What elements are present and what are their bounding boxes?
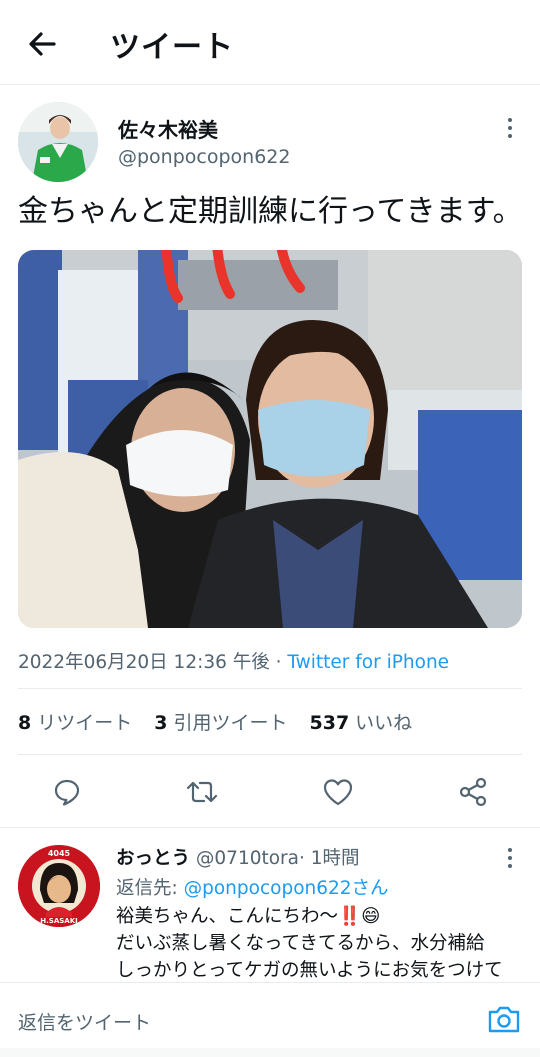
reply-more-options-icon[interactable]	[500, 846, 520, 870]
avatar-top-text: 4045	[48, 849, 71, 858]
reply-line-2: だいぶ蒸し暑くなってきてるから、水分補給	[116, 933, 485, 954]
bottom-bar	[0, 1048, 540, 1057]
retweets-stat[interactable]: 8 リツイート	[18, 708, 132, 735]
meta-separator: ·	[269, 652, 288, 673]
share-icon[interactable]	[455, 774, 491, 810]
arrow-left-icon[interactable]	[24, 26, 60, 62]
reply-text: 裕美ちゃん、こんにちわ〜‼️😄 だいぶ蒸し暑くなってきてるから、水分補給 しっか…	[116, 903, 526, 984]
quotes-label: 引用ツイート	[173, 712, 288, 734]
reply-author-name[interactable]: おっとう	[116, 848, 190, 869]
tweet-source[interactable]: Twitter for iPhone	[287, 652, 449, 673]
retweets-label: リツイート	[37, 712, 133, 734]
reply-to-mention[interactable]: @ponpocopon622さん	[184, 878, 389, 899]
grin-emoji-icon: 😄	[361, 906, 381, 927]
reply-icon[interactable]	[49, 774, 85, 810]
page-title: ツイート	[110, 30, 234, 65]
author-avatar[interactable]	[18, 102, 98, 182]
reply-to-line: 返信先: @ponpocopon622さん	[116, 874, 389, 900]
reply-line-1: 裕美ちゃん、こんにちわ〜‼️😄	[116, 906, 381, 927]
tweet-datetime[interactable]: 2022年06月20日 12:36 午後	[18, 652, 270, 673]
reply-header: おっとう @0710tora· 1時間	[116, 844, 360, 870]
tweet-actions	[0, 770, 540, 814]
retweets-count: 8	[18, 712, 32, 734]
reply-input-placeholder[interactable]: 返信をツイート	[18, 1008, 151, 1035]
reply-composer[interactable]: 返信をツイート	[0, 982, 540, 1057]
top-bar: ツイート	[0, 0, 540, 85]
author-handle[interactable]: @ponpocopon622	[118, 146, 290, 168]
quotes-count: 3	[154, 712, 168, 734]
author-name[interactable]: 佐々木裕美	[118, 114, 218, 143]
likes-count: 537	[309, 712, 350, 734]
tweet-text: 金ちゃんと定期訓練に行ってきます。	[18, 194, 523, 229]
retweet-icon[interactable]	[184, 774, 220, 810]
reply-avatar[interactable]: 4045 H.SASAKI	[18, 845, 100, 927]
like-icon[interactable]	[320, 774, 356, 810]
avatar-bottom-text: H.SASAKI	[40, 917, 77, 925]
reply-line-3: しっかりとってケガの無いようにお気をつけて	[116, 960, 503, 981]
likes-label: いいね	[355, 712, 413, 734]
double-exclamation-icon: ‼️	[338, 906, 362, 927]
likes-stat[interactable]: 537 いいね	[310, 708, 413, 735]
tweet-timestamp: 2022年06月20日 12:36 午後 · Twitter for iPhon…	[18, 648, 449, 674]
reply-author-handle[interactable]: @0710tora	[196, 848, 299, 869]
reply-time: · 1時間	[299, 848, 360, 869]
more-options-icon[interactable]	[500, 116, 520, 140]
reply-to-label: 返信先:	[116, 878, 184, 899]
divider	[18, 688, 522, 689]
tweet-stats: 8 リツイート 3 引用ツイート 537 いいね	[18, 708, 412, 735]
camera-icon[interactable]	[486, 1003, 522, 1035]
tweet-photo[interactable]	[18, 250, 522, 628]
divider	[18, 754, 522, 755]
divider	[0, 827, 540, 828]
quotes-stat[interactable]: 3 引用ツイート	[154, 708, 287, 735]
